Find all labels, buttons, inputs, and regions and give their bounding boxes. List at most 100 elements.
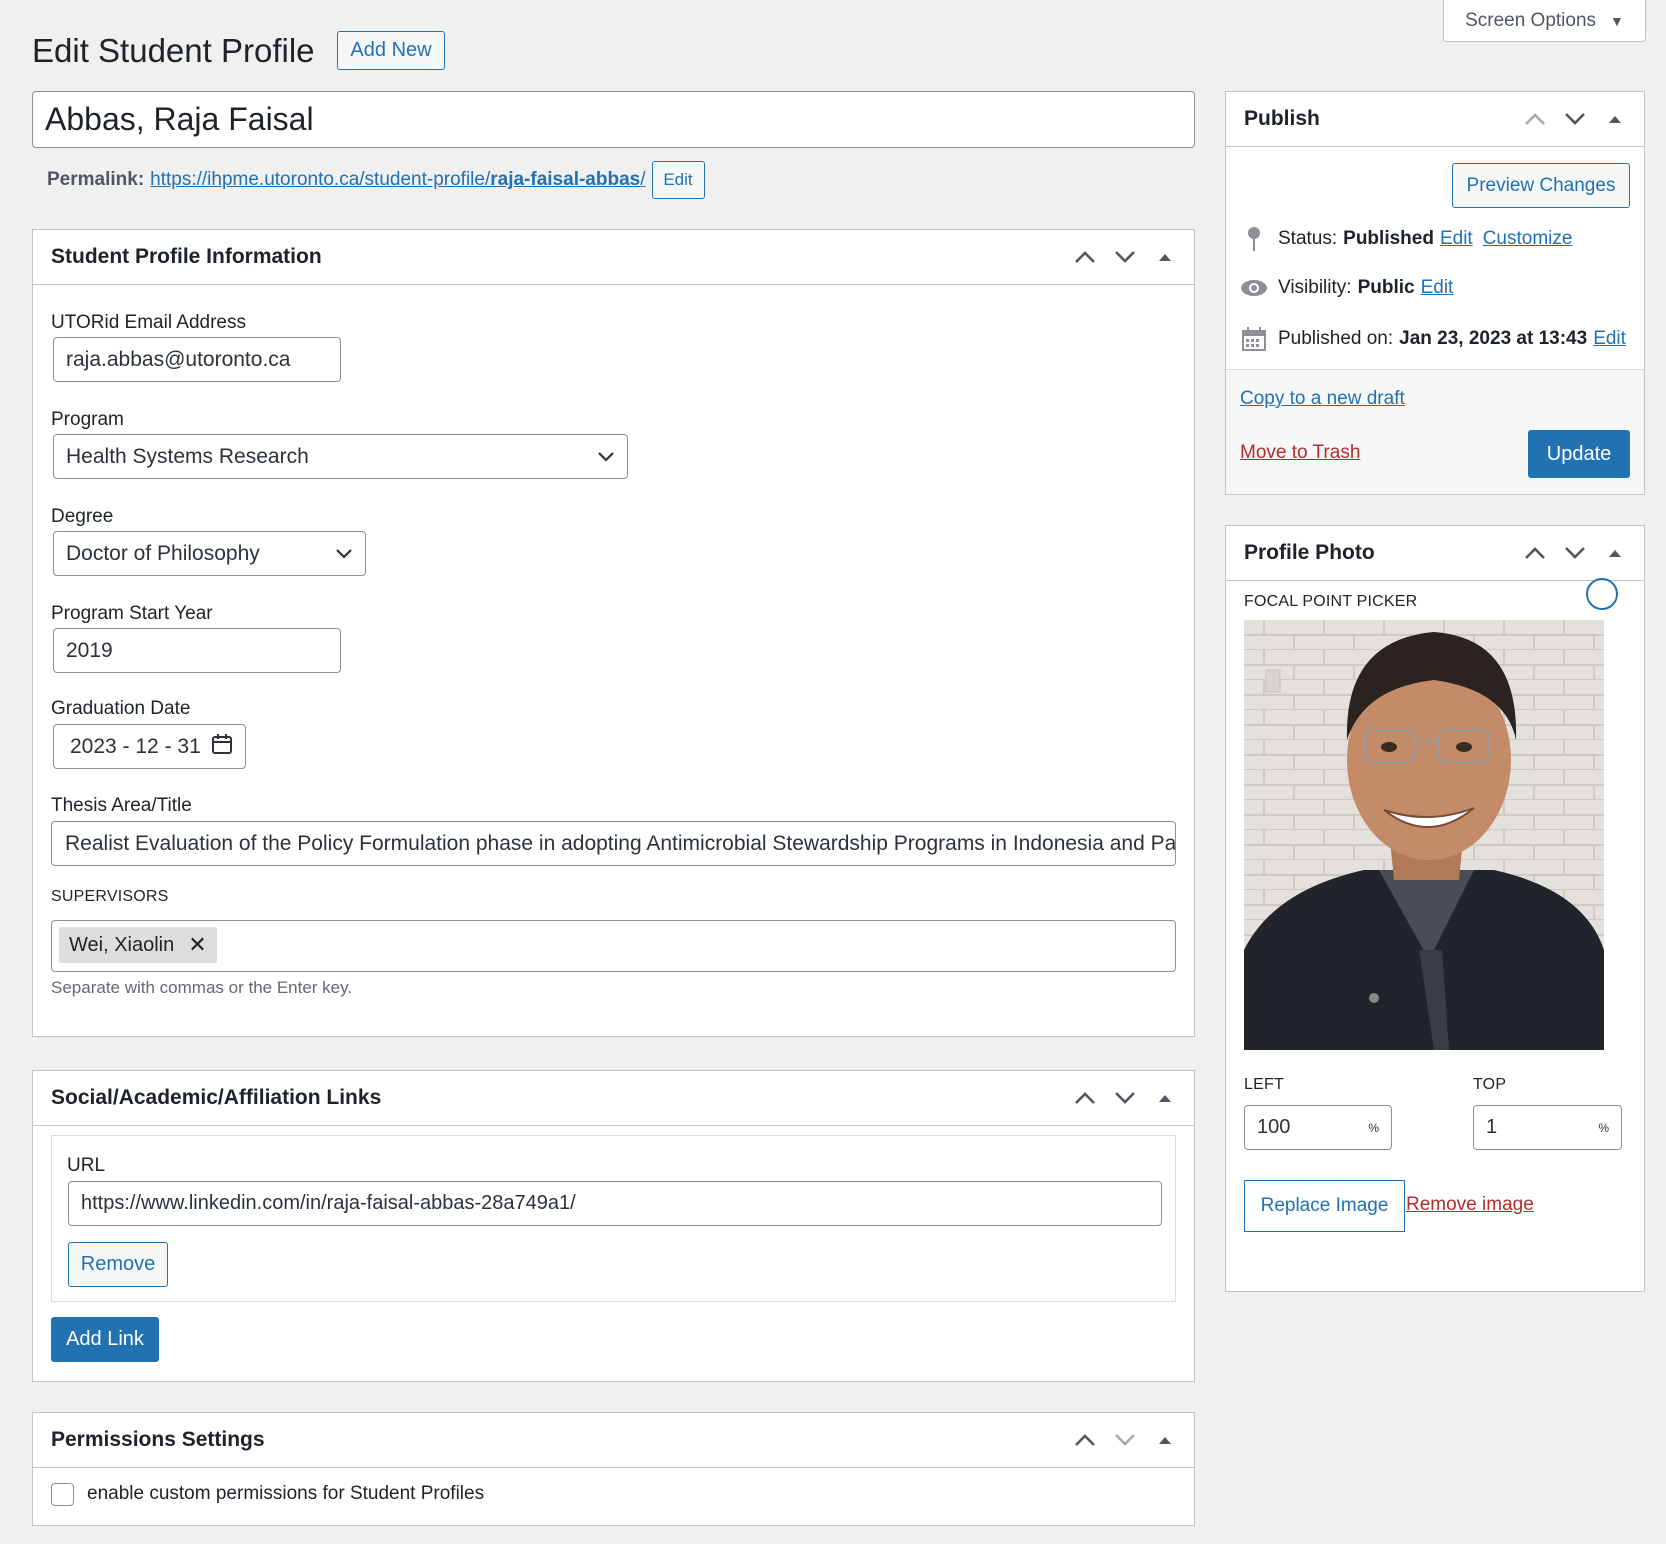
status-row: Status: Published Edit Customize: [1240, 226, 1572, 252]
degree-label: Degree: [51, 506, 114, 527]
supervisors-field[interactable]: [51, 920, 1176, 972]
chevron-down-icon: [335, 542, 353, 566]
permalink-link[interactable]: https://ihpme.utoronto.ca/student-profil…: [150, 169, 645, 191]
postbox-header: Permissions Settings: [33, 1413, 1194, 1468]
remove-image-link[interactable]: Remove image: [1406, 1194, 1534, 1216]
screen-options-button[interactable]: Screen Options ▼: [1443, 0, 1646, 42]
visibility-label: Visibility:: [1278, 277, 1352, 298]
program-selected-value: Health Systems Research: [66, 444, 309, 468]
toggle-panel-icon[interactable]: [1154, 252, 1176, 262]
postbox-header: Publish: [1226, 92, 1644, 147]
move-up-icon[interactable]: [1074, 250, 1096, 264]
customize-link[interactable]: Customize: [1483, 228, 1573, 250]
replace-image-button[interactable]: Replace Image: [1244, 1180, 1405, 1232]
preview-changes-button[interactable]: Preview Changes: [1452, 163, 1630, 208]
email-label: UTORid Email Address: [51, 312, 246, 333]
chevron-down-icon: [597, 445, 615, 469]
move-down-icon[interactable]: [1114, 1091, 1136, 1105]
permalink-trail: /: [640, 169, 646, 190]
start-year-label: Program Start Year: [51, 603, 213, 624]
custom-permissions-label: enable custom permissions for Student Pr…: [87, 1483, 485, 1504]
student-info-heading: Student Profile Information: [51, 245, 322, 268]
published-edit-link[interactable]: Edit: [1593, 328, 1626, 350]
move-down-icon[interactable]: [1114, 250, 1136, 264]
toggle-panel-icon[interactable]: [1604, 114, 1626, 124]
program-select[interactable]: Health Systems Research: [53, 434, 628, 479]
handle-actions: [1524, 546, 1626, 560]
top-percent-field[interactable]: 1 %: [1473, 1105, 1622, 1150]
email-field[interactable]: raja.abbas@utoronto.ca: [53, 337, 341, 382]
post-title-input[interactable]: Abbas, Raja Faisal: [32, 91, 1195, 148]
move-to-trash-link[interactable]: Move to Trash: [1240, 442, 1360, 464]
page-title: Edit Student Profile: [32, 32, 315, 69]
edit-slug-button[interactable]: Edit: [651, 161, 705, 199]
focal-point-marker[interactable]: [1586, 578, 1618, 610]
update-button[interactable]: Update: [1528, 430, 1630, 478]
publish-box: Publish Preview Changes Status: Publishe…: [1225, 91, 1645, 495]
move-up-icon[interactable]: [1524, 546, 1546, 560]
top-label: TOP: [1473, 1076, 1507, 1093]
eye-icon: [1240, 279, 1268, 297]
thesis-label: Thesis Area/Title: [51, 795, 192, 816]
profile-photo-illustration: [1244, 620, 1604, 1050]
handle-actions: [1074, 250, 1176, 264]
left-label: LEFT: [1244, 1076, 1284, 1093]
move-down-icon[interactable]: [1564, 546, 1586, 560]
degree-selected-value: Doctor of Philosophy: [66, 541, 260, 565]
focal-point-picker-label: FOCAL POINT PICKER: [1244, 593, 1418, 610]
move-up-icon[interactable]: [1074, 1433, 1096, 1447]
add-link-button[interactable]: Add Link: [51, 1317, 159, 1362]
links-box: Social/Academic/Affiliation Links URL ht…: [32, 1070, 1195, 1382]
status-label: Status:: [1278, 228, 1338, 249]
left-percent-field[interactable]: 100 %: [1244, 1105, 1392, 1150]
start-year-field[interactable]: 2019: [53, 628, 341, 673]
move-down-icon[interactable]: [1564, 112, 1586, 126]
custom-permissions-checkbox[interactable]: [51, 1483, 74, 1506]
remove-link-button[interactable]: Remove: [68, 1242, 168, 1287]
publish-actions: Copy to a new draft Move to Trash Update: [1226, 369, 1644, 494]
status-edit-link[interactable]: Edit: [1440, 228, 1473, 250]
profile-photo-box: Profile Photo FOCAL POINT PICKER LEFT TO…: [1225, 525, 1645, 1292]
profile-photo-heading: Profile Photo: [1244, 541, 1375, 564]
calendar-icon[interactable]: [211, 733, 233, 761]
permissions-heading: Permissions Settings: [51, 1428, 265, 1451]
graduation-date-value: 2023 - 12 - 31: [70, 734, 201, 758]
url-field[interactable]: https://www.linkedin.com/in/raja-faisal-…: [68, 1181, 1162, 1226]
move-up-icon[interactable]: [1524, 112, 1546, 126]
pin-icon: [1240, 226, 1268, 252]
degree-select[interactable]: Doctor of Philosophy: [53, 531, 366, 576]
postbox-header: Student Profile Information: [33, 230, 1194, 285]
visibility-edit-link[interactable]: Edit: [1421, 277, 1454, 299]
status-value: Published: [1343, 228, 1434, 249]
graduation-date-label: Graduation Date: [51, 698, 191, 719]
remove-token-icon[interactable]: ✕: [188, 932, 206, 958]
supervisor-token: Wei, Xiaolin ✕: [59, 927, 217, 963]
thesis-field[interactable]: Realist Evaluation of the Policy Formula…: [51, 821, 1176, 866]
profile-photo-image[interactable]: [1244, 620, 1604, 1050]
supervisor-name: Wei, Xiaolin: [69, 933, 175, 956]
add-new-button[interactable]: Add New: [337, 31, 445, 70]
supervisors-label: SUPERVISORS: [51, 888, 169, 905]
url-label: URL: [67, 1155, 106, 1176]
permalink: Permalink: https://ihpme.utoronto.ca/stu…: [47, 160, 705, 200]
link-row: URL https://www.linkedin.com/in/raja-fai…: [51, 1135, 1176, 1302]
links-heading: Social/Academic/Affiliation Links: [51, 1086, 382, 1109]
calendar-icon: [1240, 327, 1268, 351]
handle-actions: [1074, 1433, 1176, 1447]
toggle-panel-icon[interactable]: [1604, 548, 1626, 558]
permissions-box: Permissions Settings enable custom permi…: [32, 1412, 1195, 1526]
handle-actions: [1524, 112, 1626, 126]
copy-to-draft-link[interactable]: Copy to a new draft: [1240, 388, 1405, 410]
toggle-panel-icon[interactable]: [1154, 1093, 1176, 1103]
move-down-icon[interactable]: [1114, 1433, 1136, 1447]
postbox-header: Social/Academic/Affiliation Links: [33, 1071, 1194, 1126]
visibility-value: Public: [1357, 277, 1415, 298]
supervisors-help: Separate with commas or the Enter key.: [51, 978, 353, 997]
publish-heading: Publish: [1244, 107, 1320, 130]
toggle-panel-icon[interactable]: [1154, 1435, 1176, 1445]
triangle-down-icon: ▼: [1610, 12, 1624, 29]
move-up-icon[interactable]: [1074, 1091, 1096, 1105]
graduation-date-field[interactable]: 2023 - 12 - 31: [53, 724, 246, 769]
program-label: Program: [51, 409, 124, 430]
permalink-slug: raja-faisal-abbas: [490, 169, 641, 190]
